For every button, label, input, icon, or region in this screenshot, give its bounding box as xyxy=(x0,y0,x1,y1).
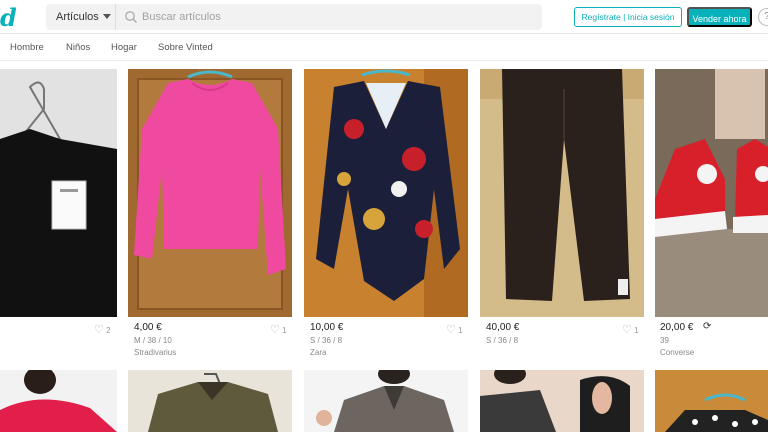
favorite-count[interactable]: ♡ 1 xyxy=(446,323,463,336)
heart-icon: ♡ xyxy=(622,324,632,336)
item-photo[interactable] xyxy=(480,69,644,317)
grey-blazer-image xyxy=(316,370,454,432)
item-photo[interactable] xyxy=(128,370,292,432)
favorite-count[interactable]: ♡ 2 xyxy=(94,323,111,336)
search-input[interactable] xyxy=(142,7,532,27)
item-card[interactable]: 40,00 € S / 36 / 8 ♡ 1 xyxy=(480,69,644,359)
pink-top-image xyxy=(0,370,117,432)
printed-bodysuit-image xyxy=(304,69,468,317)
category-dropdown[interactable]: Artículos xyxy=(46,4,116,30)
favorite-count-value: 1 xyxy=(282,326,287,335)
item-photo[interactable] xyxy=(304,370,468,432)
converse-sneakers-image xyxy=(655,69,768,317)
heart-icon: ♡ xyxy=(94,324,104,336)
item-photo[interactable] xyxy=(480,370,644,432)
item-photo[interactable] xyxy=(655,370,768,432)
item-card[interactable] xyxy=(655,370,768,432)
heart-icon: ♡ xyxy=(270,324,280,336)
search-bar: Artículos xyxy=(46,4,542,30)
item-card[interactable] xyxy=(128,370,292,432)
item-card[interactable]: 20,00 € ⟳ 39 Converse xyxy=(655,69,768,359)
item-price: 4,00 € xyxy=(134,322,162,333)
category-dropdown-label: Artículos xyxy=(56,11,99,23)
item-brand: Converse xyxy=(660,348,695,357)
favorite-count-value: 1 xyxy=(458,326,463,335)
favorite-count[interactable]: ♡ 1 xyxy=(622,323,639,336)
item-size: M / 38 / 10 xyxy=(134,336,172,345)
heart-icon: ♡ xyxy=(446,324,456,336)
nav-item-kids[interactable]: Niños xyxy=(66,42,90,53)
item-photo[interactable] xyxy=(128,69,292,317)
top-bar: d Artículos Regístrate | Inicia sesión V… xyxy=(0,0,768,34)
item-card[interactable] xyxy=(0,370,117,432)
item-price: 40,00 € xyxy=(486,322,520,333)
bump-icon: ⟳ xyxy=(703,321,712,332)
vinted-logo[interactable]: d xyxy=(0,3,17,32)
register-login-button[interactable]: Regístrate | Inicia sesión xyxy=(574,7,682,27)
help-icon[interactable]: ? xyxy=(758,8,768,26)
pink-sweater-image xyxy=(128,69,292,317)
item-price: 20,00 € xyxy=(660,322,694,333)
item-card[interactable]: ♡ 2 xyxy=(0,69,117,359)
favorite-count-value: 1 xyxy=(634,326,639,335)
item-photo[interactable] xyxy=(655,69,768,317)
white-shirt-image xyxy=(0,69,117,317)
nav-item-home[interactable]: Hogar xyxy=(111,42,137,53)
nav-item-men[interactable]: Hombre xyxy=(10,42,44,53)
search-icon xyxy=(125,11,138,24)
category-nav: Hombre Niños Hogar Sobre Vinted xyxy=(0,35,768,61)
item-brand: Zara xyxy=(310,348,327,357)
olive-jacket-image xyxy=(148,373,278,432)
nav-item-about[interactable]: Sobre Vinted xyxy=(158,42,213,53)
item-card[interactable] xyxy=(480,370,644,432)
black-lace-top-image xyxy=(480,370,630,432)
item-photo[interactable] xyxy=(0,370,117,432)
leather-trousers-image xyxy=(480,69,644,317)
item-photo[interactable] xyxy=(304,69,468,317)
item-card[interactable]: 4,00 € M / 38 / 10 Stradivarius ♡ 1 xyxy=(128,69,292,359)
chevron-down-icon xyxy=(102,14,111,19)
item-card[interactable] xyxy=(304,370,468,432)
item-brand: Stradivarius xyxy=(134,348,177,357)
item-photo[interactable] xyxy=(0,69,117,317)
item-price: 10,00 € xyxy=(310,322,344,333)
item-size: S / 36 / 8 xyxy=(486,336,519,345)
item-size: S / 36 / 8 xyxy=(310,336,343,345)
favorite-count[interactable]: ♡ 1 xyxy=(270,323,287,336)
item-size: 39 xyxy=(660,336,669,345)
polka-dot-top-image xyxy=(665,393,768,432)
favorite-count-value: 2 xyxy=(106,326,111,335)
item-card[interactable]: 10,00 € S / 36 / 8 Zara ♡ 1 xyxy=(304,69,468,359)
sell-now-button[interactable]: Vender ahora xyxy=(687,7,752,27)
